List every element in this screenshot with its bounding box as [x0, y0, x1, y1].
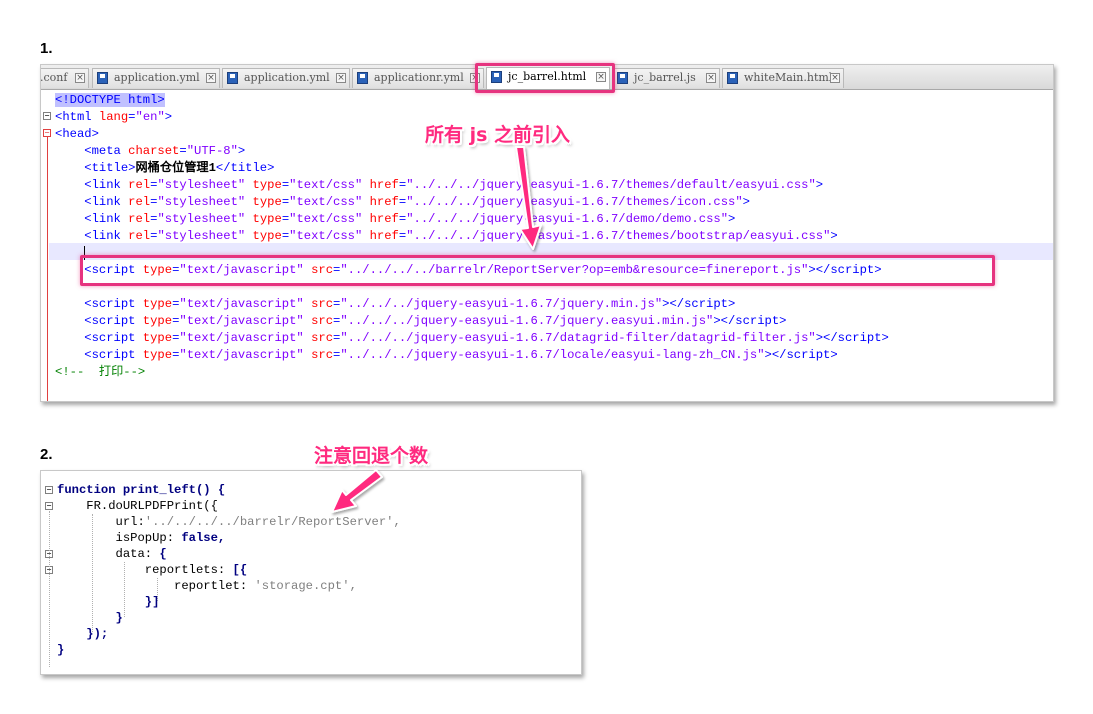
fold-print-icon[interactable]: −	[45, 502, 53, 510]
fold-guide	[49, 511, 50, 667]
tab-application-yml-2[interactable]: application.yml ×	[222, 68, 350, 88]
close-icon[interactable]: ×	[706, 73, 716, 83]
tab-application-yml-1[interactable]: application.yml ×	[92, 68, 220, 88]
close-icon[interactable]: ×	[336, 73, 346, 83]
code-line: <link rel="stylesheet" type="text/css" h…	[84, 195, 750, 209]
code-line: }]	[144, 595, 160, 609]
close-icon[interactable]: ×	[830, 73, 840, 83]
code-line: }	[57, 643, 65, 657]
code-line: <script type="text/javascript" src="../.…	[84, 348, 838, 362]
doctype-token: <!DOCTYPE html>	[55, 93, 165, 107]
file-icon	[97, 72, 108, 84]
arrow-icon	[331, 469, 383, 513]
page-title-text: 网桶仓位管理1	[135, 161, 216, 175]
fold-html-icon[interactable]: −	[43, 112, 51, 120]
step-2-label: 2.	[40, 446, 53, 463]
file-icon	[617, 72, 628, 84]
tab-jc-barrel-js[interactable]: jc_barrel.js ×	[612, 68, 720, 88]
tab-conf[interactable]: .conf ×	[41, 68, 89, 88]
annotation-js-before: 所有 js 之前引入	[425, 124, 571, 146]
file-icon	[227, 72, 238, 84]
code-line: <script type="text/javascript" src="../.…	[84, 331, 889, 345]
file-icon	[357, 72, 368, 84]
close-icon[interactable]: ×	[206, 73, 216, 83]
code-line: });	[86, 627, 109, 641]
code-line: isPopUp: false,	[115, 531, 226, 545]
annotation-note-back: 注意回退个数	[314, 445, 429, 467]
js-editor-panel: − − − − function print_left() { FR.doURL…	[40, 470, 582, 675]
code-line: <link rel="stylesheet" type="text/css" h…	[84, 229, 838, 243]
code-line: <title>网桶仓位管理1</title>	[84, 161, 275, 175]
code-line: <link rel="stylesheet" type="text/css" h…	[84, 178, 824, 192]
fold-function-icon[interactable]: −	[45, 486, 53, 494]
script-line-highlight-box	[80, 255, 995, 286]
code-line: data: {	[115, 547, 167, 561]
code-line: <script type="text/javascript" src="../.…	[84, 297, 736, 311]
close-icon[interactable]: ×	[75, 73, 85, 83]
code-line: <link rel="stylesheet" type="text/css" h…	[84, 212, 736, 226]
code-line: <script type="text/javascript" src="../.…	[84, 314, 787, 328]
code-line: }	[115, 611, 123, 625]
tab-applicationr-yml[interactable]: applicationr.yml ×	[352, 68, 484, 88]
file-icon	[727, 72, 738, 84]
code-line: <!-- 打印-->	[55, 365, 146, 379]
code-line: <!DOCTYPE html>	[55, 92, 889, 109]
active-tab-highlight-box	[475, 63, 615, 93]
arrow-icon	[515, 146, 542, 250]
fold-head-icon[interactable]: −	[43, 129, 51, 137]
tab-whitemain-html[interactable]: whiteMain.html ×	[722, 68, 844, 88]
step-1-label: 1.	[40, 40, 53, 57]
code-line: reportlets: [{	[144, 563, 248, 577]
fold-line	[47, 135, 48, 401]
code-line: reportlet: 'storage.cpt',	[174, 579, 357, 593]
